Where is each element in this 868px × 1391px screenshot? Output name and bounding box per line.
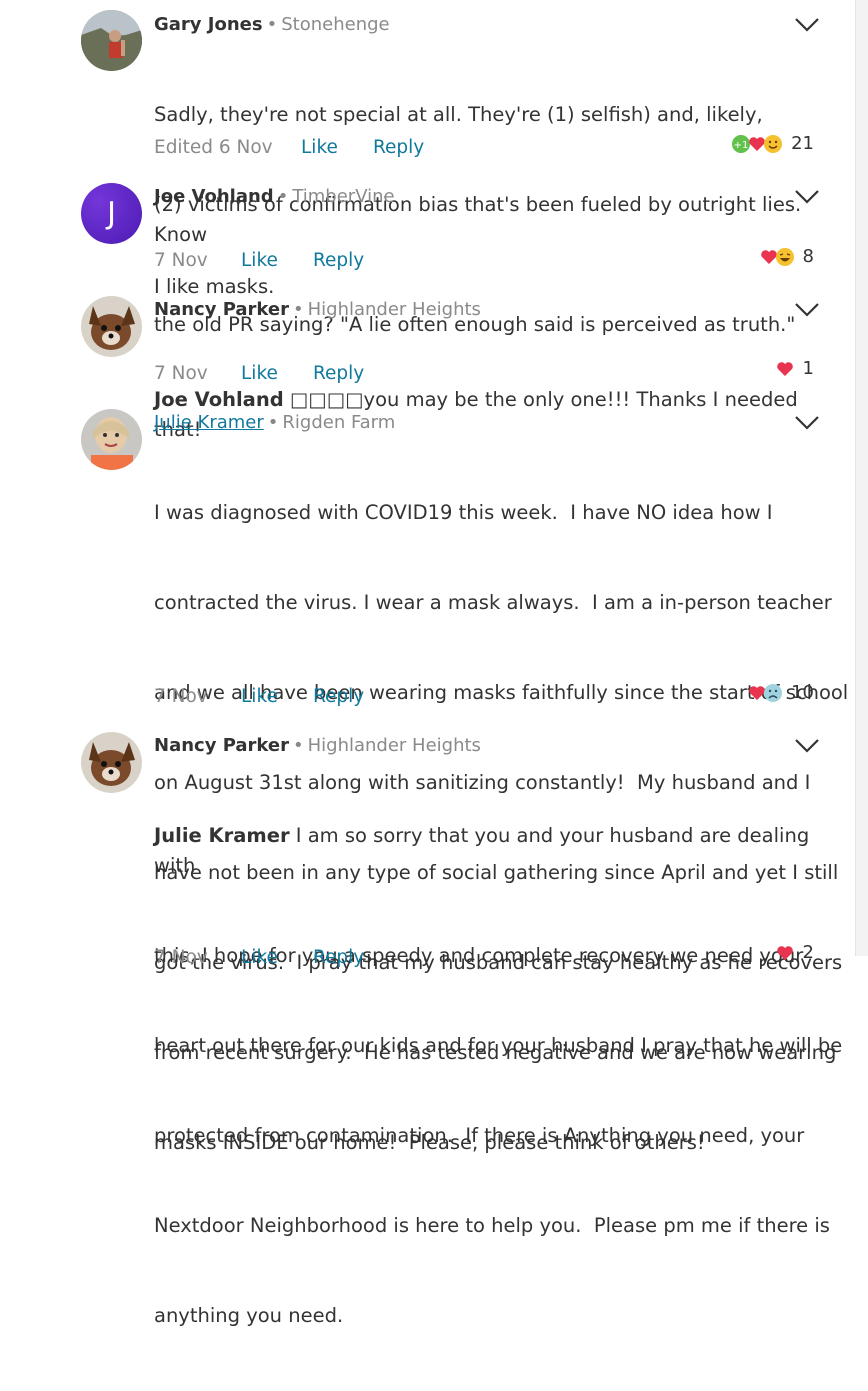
reactions[interactable]: 2 <box>775 942 814 963</box>
comment-line: Sadly, they're not special at all. They'… <box>154 103 763 126</box>
like-button[interactable]: Like <box>241 362 313 386</box>
chevron-down-icon[interactable] <box>794 16 820 34</box>
comment: Nancy Parker • Highlander Heights Joe Vohl… <box>0 296 850 441</box>
reaction-count: 10 <box>791 682 814 703</box>
reaction-count: 8 <box>802 246 814 267</box>
separator-dot: • <box>266 14 278 35</box>
neighborhood[interactable]: Highlander Heights <box>308 735 481 756</box>
reaction-count: 1 <box>802 358 814 379</box>
comment-text: Julie Kramer I am so sorry that you and … <box>154 761 850 1391</box>
mention[interactable]: Julie Kramer <box>154 824 290 847</box>
scrollbar[interactable] <box>855 0 868 956</box>
comment-line: anything you need. <box>154 1304 344 1327</box>
comment-header: Nancy Parker • Highlander Heights <box>154 298 481 322</box>
comment-line: contracted the virus. I wear a mask alwa… <box>154 591 832 614</box>
comment-date: 7 Nov <box>154 686 208 707</box>
separator-dot: • <box>293 735 304 756</box>
author-name[interactable]: Nancy Parker <box>154 299 289 320</box>
comment-footer: 7 Nov Like Reply <box>154 685 364 709</box>
neighborhood[interactable]: TimberVine <box>292 186 394 207</box>
comment-header: Joe Vohland • TimberVine <box>154 185 395 209</box>
reactions[interactable]: +1 21 <box>731 133 814 154</box>
reply-button[interactable]: Reply <box>373 136 424 160</box>
reply-button[interactable]: Reply <box>313 685 364 709</box>
chevron-down-icon[interactable] <box>794 188 820 206</box>
comment-footer: 7 Nov Like Reply <box>154 946 364 970</box>
avatar[interactable] <box>81 732 142 793</box>
reactions[interactable]: 1 <box>775 358 814 379</box>
like-button[interactable]: Like <box>241 946 313 970</box>
avatar[interactable] <box>81 409 142 470</box>
comment-line: protected from contamination. If there i… <box>154 1124 805 1147</box>
comment-header: Nancy Parker • Highlander Heights <box>154 734 481 758</box>
comment-line: I was diagnosed with COVID19 this week. … <box>154 501 773 524</box>
sad-icon <box>764 683 783 702</box>
like-button[interactable]: Like <box>241 685 313 709</box>
comment-footer: Edited 6 Nov Like Reply <box>154 136 424 160</box>
comment-date: 7 Nov <box>154 363 208 384</box>
comment-date: Edited 6 Nov <box>154 137 273 158</box>
avatar[interactable]: J <box>81 183 142 244</box>
like-button[interactable]: Like <box>241 249 313 273</box>
comment-header: Gary Jones • Stonehenge <box>154 13 390 37</box>
laugh-icon <box>775 247 794 266</box>
neighborhood[interactable]: Highlander Heights <box>308 299 481 320</box>
author-name[interactable]: Joe Vohland <box>154 186 274 207</box>
mention[interactable]: Joe Vohland <box>154 388 284 411</box>
comment-date: 7 Nov <box>154 947 208 968</box>
reply-button[interactable]: Reply <box>313 946 364 970</box>
avatar-letter: J <box>107 196 116 231</box>
avatar[interactable] <box>81 296 142 357</box>
smile-icon <box>764 134 783 153</box>
neighborhood[interactable]: Stonehenge <box>281 14 389 35</box>
comment: J Joe Vohland • TimberVine I like masks. 7… <box>0 183 850 298</box>
neighborhood[interactable]: Rigden Farm <box>282 412 395 433</box>
heart-icon <box>776 945 793 960</box>
comment-footer: 7 Nov Like Reply <box>154 249 364 273</box>
author-name[interactable]: Julie Kramer <box>154 412 264 433</box>
reactions[interactable]: 8 <box>759 246 814 267</box>
reactions[interactable]: 10 <box>747 682 814 703</box>
author-name[interactable]: Gary Jones <box>154 14 263 35</box>
comment: Nancy Parker • Highlander Heights Julie Kr… <box>0 732 850 1327</box>
like-button[interactable]: Like <box>301 136 373 160</box>
comment-header: Julie Kramer • Rigden Farm <box>154 411 395 435</box>
separator-dot: • <box>277 186 289 207</box>
reply-button[interactable]: Reply <box>313 362 364 386</box>
reaction-count: 21 <box>791 133 814 154</box>
author-name[interactable]: Nancy Parker <box>154 735 289 756</box>
chevron-down-icon[interactable] <box>794 414 820 432</box>
chevron-down-icon[interactable] <box>794 737 820 755</box>
separator-dot: • <box>267 412 279 433</box>
reaction-count: 2 <box>802 942 814 963</box>
comment: Gary Jones • Stonehenge Sadly, they're not… <box>0 0 850 336</box>
chevron-down-icon[interactable] <box>794 301 820 319</box>
heart-icon <box>776 361 793 376</box>
comment: Julie Kramer • Rigden Farm I was diagnosed… <box>0 409 850 1154</box>
comment-footer: 7 Nov Like Reply <box>154 362 364 386</box>
comment-line: Julie Kramer I am so sorry that you and … <box>154 821 850 881</box>
comment-line: Nextdoor Neighborhood is here to help yo… <box>154 1214 830 1237</box>
comment-line: heart out there for our kids and for you… <box>154 1034 843 1057</box>
reply-button[interactable]: Reply <box>313 249 364 273</box>
avatar[interactable] <box>81 10 142 71</box>
comment-date: 7 Nov <box>154 250 208 271</box>
separator-dot: • <box>293 299 304 320</box>
